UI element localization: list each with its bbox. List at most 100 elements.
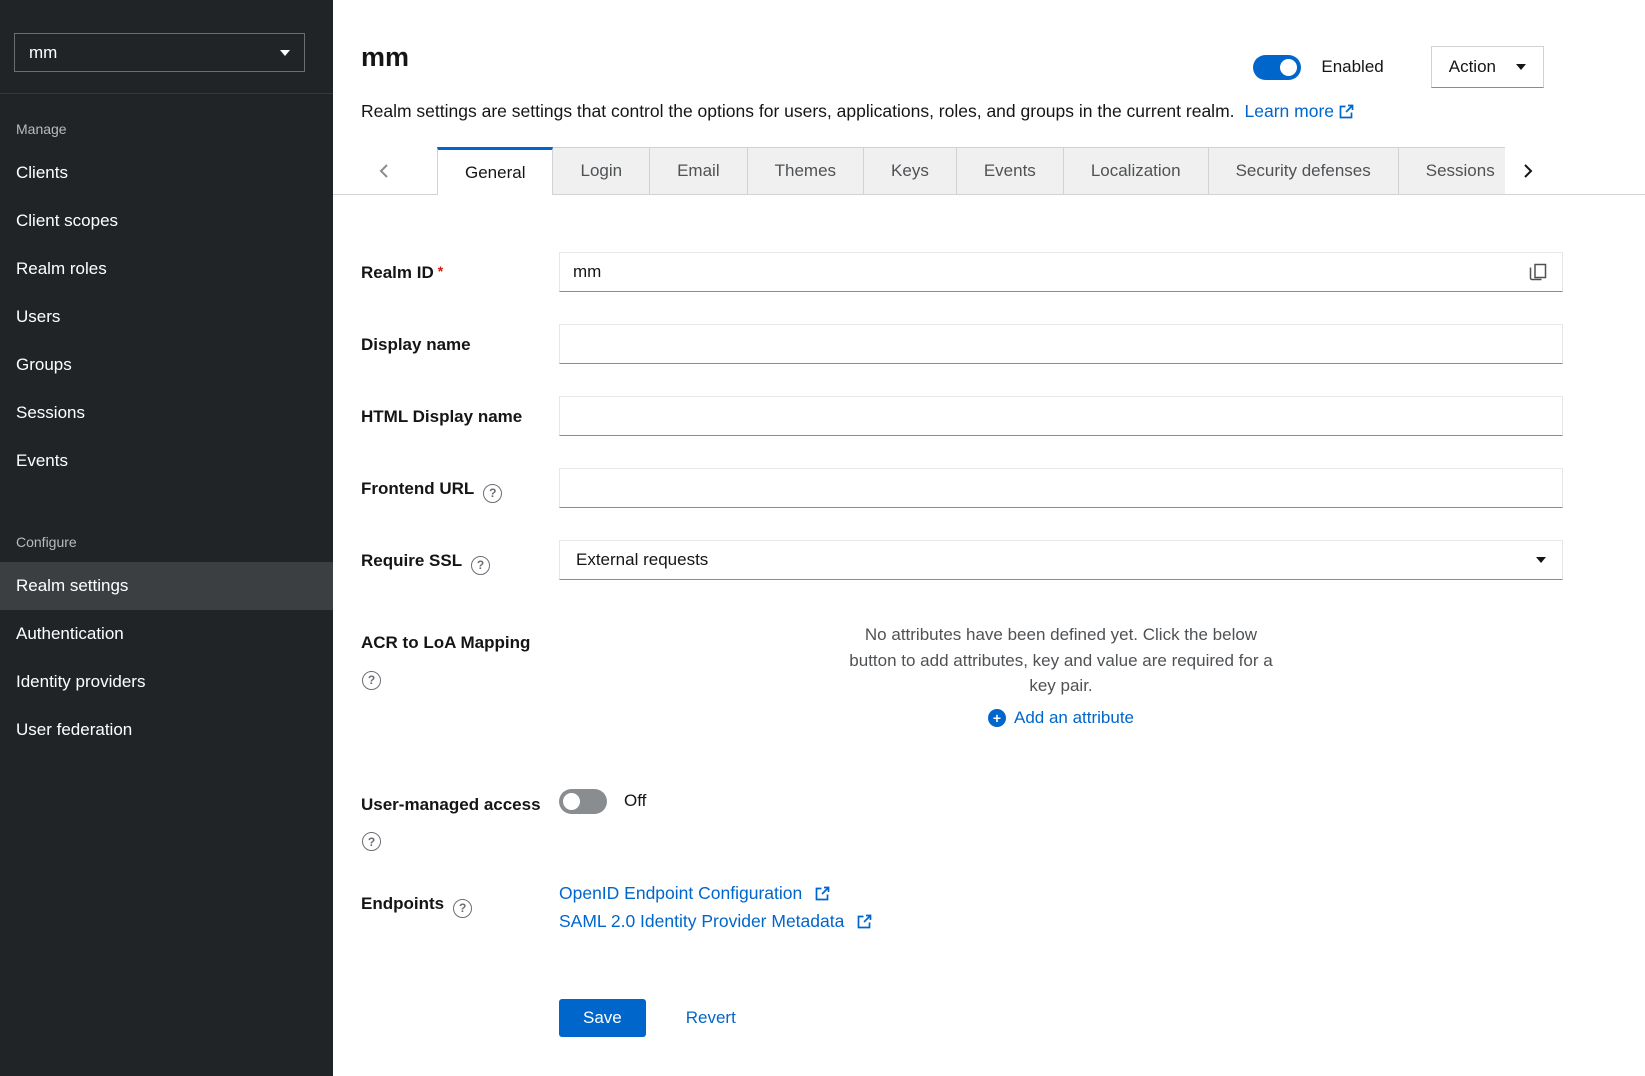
required-indicator: * [438, 263, 443, 279]
form-row-user-managed-access: User-managed access ? Off [361, 784, 1563, 852]
sidebar-nav: Manage Clients Client scopes Realm roles… [0, 94, 333, 754]
tab-themes[interactable]: Themes [748, 147, 864, 195]
openid-endpoint-configuration-link[interactable]: OpenID Endpoint Configuration [559, 883, 830, 904]
realm-settings-form: Realm ID* Display name [333, 195, 1645, 1037]
tab-login[interactable]: Login [553, 147, 650, 195]
html-display-name-label-text: HTML Display name [361, 407, 522, 426]
learn-more-link[interactable]: Learn more [1245, 101, 1355, 121]
enabled-label: Enabled [1321, 57, 1383, 77]
form-row-html-display-name: HTML Display name [361, 396, 1563, 436]
actions-spacer [361, 999, 559, 1037]
add-attribute-label: Add an attribute [1014, 708, 1134, 728]
chevron-down-icon [1536, 557, 1546, 563]
actions-field: Save Revert [559, 999, 1563, 1037]
chevron-left-icon [377, 163, 393, 179]
external-link-icon [815, 886, 830, 901]
sidebar-item-realm-settings[interactable]: Realm settings [0, 562, 333, 610]
user-managed-access-toggle[interactable] [559, 789, 607, 814]
tab-events[interactable]: Events [957, 147, 1064, 195]
acr-empty-message: No attributes have been defined yet. Cli… [841, 622, 1281, 699]
sidebar-item-identity-providers[interactable]: Identity providers [0, 658, 333, 706]
openid-endpoint-link-label: OpenID Endpoint Configuration [559, 883, 802, 904]
realm-id-label-text: Realm ID [361, 263, 434, 282]
realm-enabled-toggle[interactable] [1253, 55, 1301, 80]
endpoints-label-text: Endpoints [361, 894, 444, 913]
sidebar-item-realm-roles[interactable]: Realm roles [0, 245, 333, 293]
frontend-url-input[interactable] [559, 468, 1563, 508]
saml-identity-provider-metadata-link[interactable]: SAML 2.0 Identity Provider Metadata [559, 911, 872, 932]
main-content: mm Enabled Action Realm settings are set… [333, 0, 1645, 1076]
form-row-frontend-url: Frontend URL? [361, 468, 1563, 508]
help-icon[interactable]: ? [362, 832, 381, 851]
html-display-name-field [559, 396, 1563, 436]
require-ssl-field: External requests [559, 540, 1563, 580]
form-row-require-ssl: Require SSL? External requests [361, 540, 1563, 580]
display-name-label: Display name [361, 324, 559, 364]
frontend-url-field [559, 468, 1563, 508]
sidebar-item-authentication[interactable]: Authentication [0, 610, 333, 658]
help-icon[interactable]: ? [483, 484, 502, 503]
display-name-field [559, 324, 1563, 364]
copy-button[interactable] [1513, 253, 1562, 291]
help-icon[interactable]: ? [471, 556, 490, 575]
add-attribute-link[interactable]: + Add an attribute [559, 708, 1563, 728]
page-description: Realm settings are settings that control… [361, 101, 1235, 121]
tabs-scroll-left-button[interactable] [333, 147, 437, 195]
revert-button[interactable]: Revert [686, 1008, 736, 1028]
user-managed-access-state-label: Off [624, 791, 646, 811]
external-link-icon [857, 914, 872, 929]
form-row-endpoints: Endpoints? OpenID Endpoint Configuration… [361, 883, 1563, 939]
page-header: mm Enabled Action Realm settings are set… [333, 0, 1645, 122]
require-ssl-selected-value: External requests [576, 550, 708, 570]
realm-selector-area: mm [0, 0, 333, 94]
form-row-realm-id: Realm ID* [361, 252, 1563, 292]
display-name-input[interactable] [559, 324, 1563, 364]
sidebar-item-client-scopes[interactable]: Client scopes [0, 197, 333, 245]
acr-loa-mapping-label: ACR to LoA Mapping ? [361, 622, 559, 728]
tab-sessions[interactable]: Sessions [1399, 147, 1505, 195]
plus-circle-icon: + [988, 709, 1006, 727]
tab-security-defenses[interactable]: Security defenses [1209, 147, 1399, 195]
sidebar-item-groups[interactable]: Groups [0, 341, 333, 389]
user-managed-access-field: Off [559, 784, 1563, 852]
sidebar: mm Manage Clients Client scopes Realm ro… [0, 0, 333, 1076]
endpoints-label: Endpoints? [361, 883, 559, 939]
page-title: mm [361, 42, 409, 73]
sidebar-item-events[interactable]: Events [0, 437, 333, 485]
sidebar-item-users[interactable]: Users [0, 293, 333, 341]
tab-keys[interactable]: Keys [864, 147, 957, 195]
realm-id-field [559, 252, 1563, 292]
acr-loa-mapping-field: No attributes have been defined yet. Cli… [559, 622, 1563, 728]
realm-selector[interactable]: mm [14, 33, 305, 72]
form-row-display-name: Display name [361, 324, 1563, 364]
help-icon[interactable]: ? [453, 899, 472, 918]
app-root: mm Manage Clients Client scopes Realm ro… [0, 0, 1645, 1076]
realm-id-input[interactable] [560, 253, 1513, 291]
html-display-name-input[interactable] [559, 396, 1563, 436]
realm-id-label: Realm ID* [361, 252, 559, 292]
acr-loa-mapping-label-text: ACR to LoA Mapping [361, 632, 559, 655]
sidebar-item-user-federation[interactable]: User federation [0, 706, 333, 754]
tabs-scroll-right-button[interactable] [1505, 147, 1645, 195]
require-ssl-label-text: Require SSL [361, 551, 462, 570]
sidebar-item-clients[interactable]: Clients [0, 149, 333, 197]
action-dropdown-button[interactable]: Action [1431, 46, 1544, 88]
nav-section-gap [0, 485, 333, 522]
title-row: mm Enabled Action [361, 42, 1617, 88]
tab-general[interactable]: General [437, 147, 553, 195]
save-button[interactable]: Save [559, 999, 646, 1037]
user-managed-access-label-text: User-managed access [361, 794, 559, 817]
learn-more-label: Learn more [1245, 101, 1335, 121]
tab-localization[interactable]: Localization [1064, 147, 1209, 195]
form-row-acr-loa-mapping: ACR to LoA Mapping ? No attributes have … [361, 622, 1563, 728]
frontend-url-label: Frontend URL? [361, 468, 559, 508]
sidebar-item-sessions[interactable]: Sessions [0, 389, 333, 437]
action-dropdown-label: Action [1449, 57, 1496, 77]
require-ssl-select[interactable]: External requests [559, 540, 1563, 580]
tab-email[interactable]: Email [650, 147, 748, 195]
tab-bar: General Login Email Themes Keys Events L… [333, 147, 1645, 195]
help-icon[interactable]: ? [362, 671, 381, 690]
saml-metadata-link-label: SAML 2.0 Identity Provider Metadata [559, 911, 844, 932]
copy-icon [1529, 263, 1547, 281]
chevron-down-icon [280, 50, 290, 56]
